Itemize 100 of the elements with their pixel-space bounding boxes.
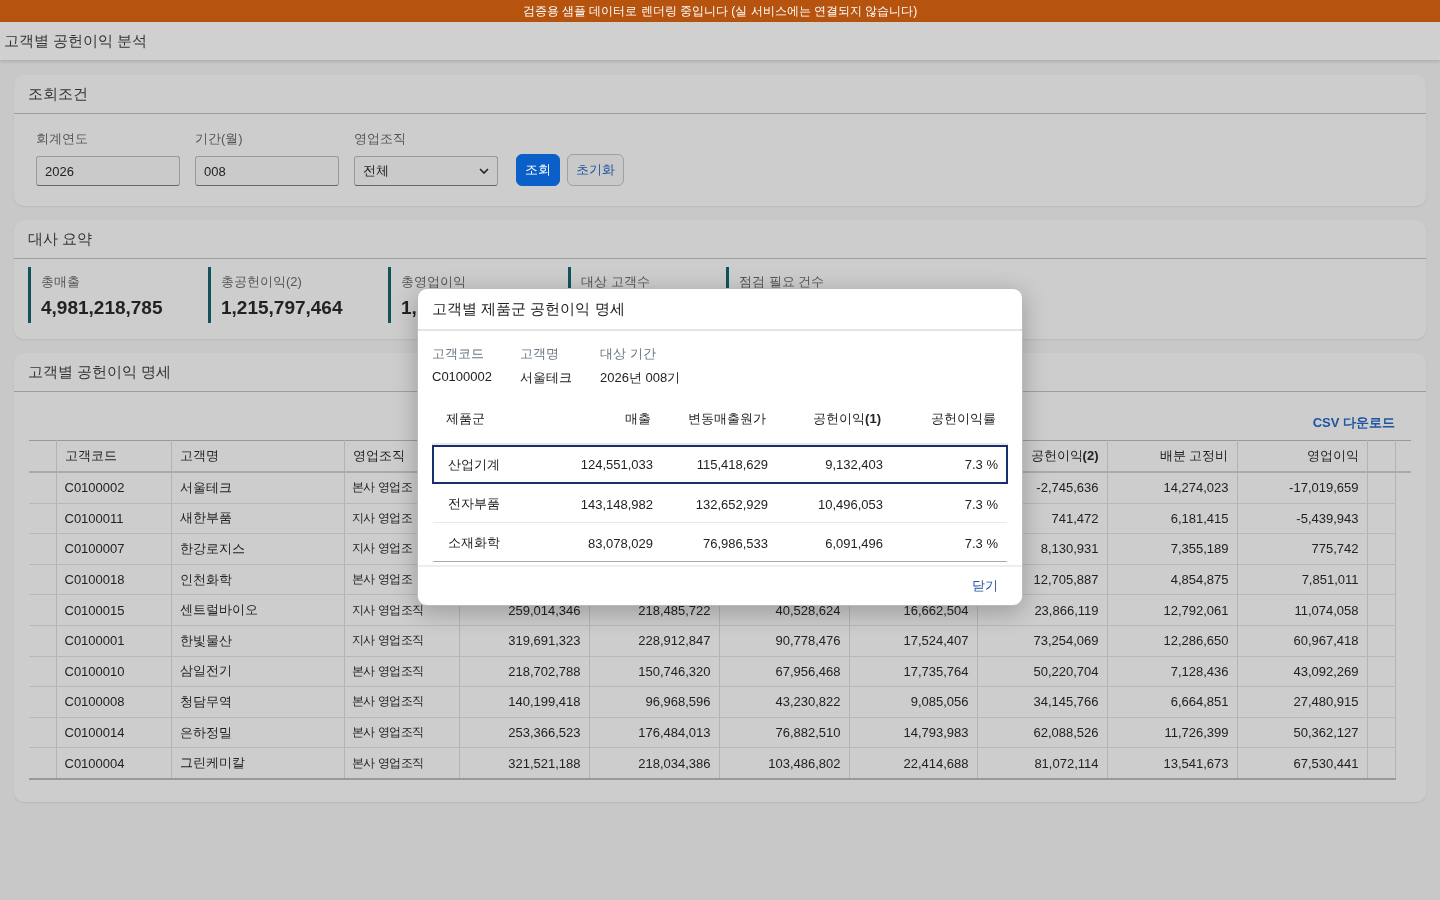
field-label: 기간(월) — [195, 130, 244, 148]
table-cell: 218,702,788 — [459, 656, 589, 687]
info-value: 서울테크 — [520, 369, 572, 387]
reset-button[interactable]: 초기화 — [567, 154, 624, 186]
table-cell: 775,742 — [1237, 533, 1367, 565]
table-cell: 60,967,418 — [1237, 625, 1367, 657]
table-cell: 4,854,875 — [1107, 564, 1237, 595]
table-cell: 그린케미칼 — [171, 747, 344, 779]
panel-title: 고객별 공헌이익 명세 — [28, 362, 172, 382]
info-value: 2026년 008기 — [600, 369, 681, 387]
table-cell: 새한부품 — [171, 503, 344, 534]
table-cell: 103,486,802 — [719, 747, 849, 779]
table-cell: 218,034,386 — [589, 747, 719, 779]
column-header: 고객명 — [171, 440, 344, 472]
input-field[interactable]: 008 — [195, 156, 339, 186]
table-cell: 7,851,011 — [1237, 564, 1367, 595]
kpi-value: 4,981,218,785 — [41, 297, 163, 319]
panel-title: 조회조건 — [28, 84, 88, 104]
table-cell: 67,956,468 — [719, 656, 849, 687]
info-label: 고객명 — [520, 345, 560, 363]
kpi-label: 총공헌이익(2) — [221, 273, 302, 291]
table-cell: 11,726,399 — [1107, 717, 1237, 748]
notice-banner-text: 검증용 샘플 데이터로 렌더링 중입니다 (실 서비스에는 연결되지 않습니다) — [522, 2, 918, 20]
info-value: C0100002 — [432, 369, 492, 384]
table-cell: 22,414,688 — [849, 747, 977, 779]
table-cell: 7,128,436 — [1107, 656, 1237, 687]
table-cell: 본사 영업조직 — [344, 656, 459, 687]
table-cell: 140,199,418 — [459, 686, 589, 718]
table-cell: 27,480,915 — [1237, 686, 1367, 718]
kpi-label: 총영업이익 — [401, 273, 466, 291]
table-cell: C0100010 — [56, 656, 171, 687]
table-cell: 17,524,407 — [849, 625, 977, 657]
table-cell: 6,664,851 — [1107, 686, 1237, 718]
table-cell: 6,181,415 — [1107, 503, 1237, 534]
column-header: 변동매출원가 — [687, 410, 767, 428]
table-cell: C0100018 — [56, 564, 171, 595]
column-header: 고객코드 — [56, 440, 171, 472]
table-cell: 12,792,061 — [1107, 594, 1237, 626]
table-cell: 9,085,056 — [849, 686, 977, 718]
table-cell: -5,439,943 — [1237, 503, 1367, 534]
table-cell: 253,366,523 — [459, 717, 589, 748]
page-title: 고객별 공헌이익 분석 — [4, 31, 148, 51]
table-cell: 17,735,764 — [849, 656, 977, 687]
table-cell: 90,778,476 — [719, 625, 849, 657]
dialog-title: 고객별 제품군 공헌이익 명세 — [432, 299, 625, 319]
table-cell: C0100015 — [56, 594, 171, 626]
table-cell: 본사 영업조직 — [344, 747, 459, 779]
table-cell: 76,882,510 — [719, 717, 849, 748]
kpi-value: 1, — [401, 297, 417, 319]
table-cell: 81,072,114 — [977, 747, 1107, 779]
selected-row[interactable]: 산업기계 124,551,033 115,418,629 9,132,403 7.3 % — [432, 445, 1008, 484]
table-cell: C0100014 — [56, 717, 171, 748]
chevron-down-icon — [479, 168, 489, 174]
table-cell: 62,088,526 — [977, 717, 1107, 748]
search-button[interactable]: 조회 — [516, 154, 560, 186]
table-cell: C0100011 — [56, 503, 171, 534]
table-cell: 인천화학 — [171, 564, 344, 595]
table-cell: -17,019,659 — [1237, 472, 1367, 504]
field-label: 영업조직 — [354, 130, 407, 148]
column-header: 영업이익 — [1237, 440, 1367, 472]
table-cell: 43,230,822 — [719, 686, 849, 718]
table-cell: 34,145,766 — [977, 686, 1107, 718]
table-cell: 319,691,323 — [459, 625, 589, 657]
table-cell: C0100002 — [56, 472, 171, 504]
table-cell: 7,355,189 — [1107, 533, 1237, 565]
table-cell: C0100004 — [56, 747, 171, 779]
table-cell: 14,793,983 — [849, 717, 977, 748]
table-cell: 한강로지스 — [171, 533, 344, 565]
table-cell: 11,074,058 — [1237, 594, 1367, 626]
info-label: 대상 기간 — [600, 345, 657, 363]
input-field[interactable]: 2026 — [36, 156, 180, 186]
table-cell: 176,484,013 — [589, 717, 719, 748]
kpi-label: 총매출 — [41, 273, 80, 291]
column-header: 매출 — [624, 410, 652, 428]
column-header: 제품군 — [445, 410, 486, 428]
table-cell: 13,541,673 — [1107, 747, 1237, 779]
table-cell: C0100008 — [56, 686, 171, 718]
csv-download-link[interactable]: CSV 다운로드 — [1312, 414, 1395, 432]
kpi-label: 대상 고객수 — [581, 273, 650, 291]
table-cell: 본사 영업조직 — [344, 686, 459, 718]
table-cell: 삼일전기 — [171, 656, 344, 687]
table-cell: 73,254,069 — [977, 625, 1107, 657]
table-cell: 본사 영업조직 — [344, 717, 459, 748]
table-cell: 50,362,127 — [1237, 717, 1367, 748]
panel-title: 대사 요약 — [28, 229, 93, 249]
table-cell: 150,746,320 — [589, 656, 719, 687]
kpi-label: 점검 필요 건수 — [739, 273, 825, 291]
table-cell: 서울테크 — [171, 472, 344, 504]
table-cell: 12,286,650 — [1107, 625, 1237, 657]
column-header: 배분 고정비 — [1107, 440, 1237, 472]
table-cell: 14,274,023 — [1107, 472, 1237, 504]
column-header: 공헌이익률 — [930, 410, 997, 428]
table-row[interactable]: 소재화학 83,078,029 76,986,533 6,091,496 7.3 % — [432, 523, 1008, 562]
table-cell: 한빛물산 — [171, 625, 344, 657]
dropdown[interactable]: 전체 — [354, 156, 498, 186]
table-cell: 321,521,188 — [459, 747, 589, 779]
table-row[interactable]: 전자부품 143,148,982 132,652,929 10,496,053 7.3 % — [432, 484, 1008, 523]
table-cell: 센트럴바이오 — [171, 594, 344, 626]
table-cell: 96,968,596 — [589, 686, 719, 718]
table-cell: 50,220,704 — [977, 656, 1107, 687]
